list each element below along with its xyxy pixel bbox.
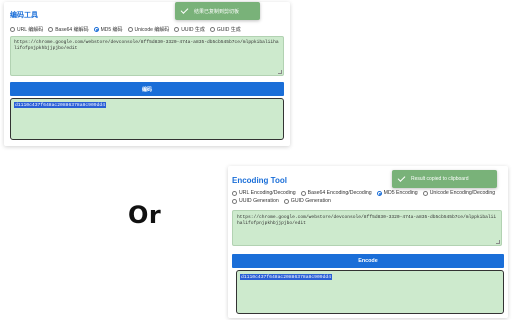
radio-icon[interactable]	[127, 27, 133, 32]
radio-icon[interactable]	[174, 27, 180, 32]
checkmark-icon	[397, 174, 406, 182]
option-uuid-generation[interactable]: UUID 生成	[174, 26, 205, 33]
radio-checked-icon[interactable]	[376, 190, 382, 196]
output-textarea[interactable]: d1110c437f648ac20886378a8c909dd4	[10, 98, 284, 140]
option-label: MD5 编码	[100, 27, 123, 33]
option-label: UUID Generation	[239, 198, 279, 204]
toast-message: 结果已复制到剪切板	[194, 8, 240, 15]
radio-icon[interactable]	[10, 27, 15, 32]
panel-title: Encoding Tool	[232, 176, 287, 185]
option-uuid-generation[interactable]: UUID Generation	[232, 198, 279, 204]
radio-icon[interactable]	[283, 198, 289, 204]
radio-icon[interactable]	[300, 190, 306, 196]
encoding-tool-panel-english: Encoding Tool URL Encoding/Decoding Base…	[228, 166, 508, 318]
encode-button[interactable]: Encode	[232, 254, 504, 268]
option-label: Base64 Encoding/Decoding	[307, 190, 372, 196]
encoding-tool-panel-chinese: 编码工具 URL 编解码 Base64 编解码 MD5 编码 Unicode 编…	[4, 2, 290, 146]
option-md5-encoding[interactable]: MD5 编码	[93, 26, 123, 33]
encoding-type-options: URL 编解码 Base64 编解码 MD5 编码 Unicode 编解码 UU…	[10, 26, 286, 33]
radio-icon[interactable]	[232, 198, 237, 204]
output-text-selected: d1110c437f648ac20886378a8c909dd4	[240, 274, 333, 280]
option-label: MD5 Encoding	[383, 190, 418, 196]
option-label: URL Encoding/Decoding	[239, 190, 296, 196]
or-separator: Or	[128, 201, 162, 229]
option-label: URL 编解码	[17, 27, 44, 33]
option-guid-generation[interactable]: GUID Generation	[283, 198, 331, 204]
option-label: Base64 编解码	[55, 27, 89, 33]
option-label: GUID Generation	[290, 198, 331, 204]
option-label: UUID 生成	[181, 27, 205, 33]
option-label: GUID 生成	[216, 27, 241, 33]
output-text-selected: d1110c437f648ac20886378a8c909dd4	[14, 102, 107, 108]
option-base64-encoding[interactable]: Base64 Encoding/Decoding	[300, 190, 372, 196]
copied-toast: 结果已复制到剪切板	[175, 2, 260, 20]
option-guid-generation[interactable]: GUID 生成	[209, 26, 241, 33]
option-label: Unicode 编解码	[134, 27, 170, 33]
option-label: Unicode Encoding/Decoding	[429, 190, 496, 196]
panel-title: 编码工具	[10, 12, 38, 19]
encode-button[interactable]: 编码	[10, 82, 284, 96]
toast-message: Result copied to clipboard	[411, 176, 469, 182]
copied-toast: Result copied to clipboard	[392, 170, 497, 188]
option-url-encoding[interactable]: URL 编解码	[10, 26, 43, 33]
resize-grip-icon[interactable]	[496, 240, 500, 244]
input-textarea[interactable]: https://chrome.google.com/webstore/devco…	[10, 36, 284, 76]
input-text: https://chrome.google.com/webstore/devco…	[237, 215, 497, 227]
option-url-encoding[interactable]: URL Encoding/Decoding	[232, 190, 296, 196]
encoding-type-options: URL Encoding/Decoding Base64 Encoding/De…	[232, 190, 504, 204]
radio-icon[interactable]	[209, 27, 215, 32]
option-unicode-encoding[interactable]: Unicode 编解码	[127, 26, 170, 33]
radio-icon[interactable]	[232, 190, 237, 196]
output-textarea[interactable]: d1110c437f648ac20886378a8c909dd4	[236, 270, 504, 314]
radio-icon[interactable]	[48, 27, 54, 32]
option-md5-encoding[interactable]: MD5 Encoding	[376, 190, 418, 196]
option-unicode-encoding[interactable]: Unicode Encoding/Decoding	[422, 190, 496, 196]
radio-checked-icon[interactable]	[93, 27, 99, 32]
checkmark-icon	[180, 6, 189, 14]
input-text: https://chrome.google.com/webstore/devco…	[14, 40, 279, 52]
option-base64-encoding[interactable]: Base64 编解码	[48, 26, 89, 33]
radio-icon[interactable]	[422, 190, 428, 196]
resize-grip-icon[interactable]	[278, 70, 282, 74]
input-textarea[interactable]: https://chrome.google.com/webstore/devco…	[232, 210, 502, 246]
